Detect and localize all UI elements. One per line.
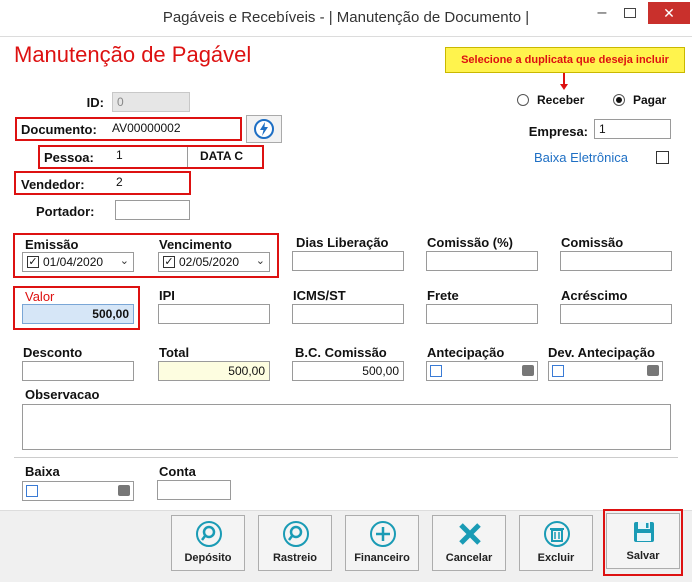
vencimento-datepicker[interactable]: ✓ 02/05/2020 ⌄ xyxy=(158,252,270,272)
frete-label: Frete xyxy=(427,288,459,303)
documento-field[interactable]: AV00000002 xyxy=(112,121,181,135)
chevron-down-icon[interactable]: ⌄ xyxy=(256,254,265,267)
magnifier-icon xyxy=(196,521,222,547)
documento-lookup-button[interactable] xyxy=(246,115,282,143)
baixa-lookup[interactable] xyxy=(22,481,134,501)
comissao-field[interactable] xyxy=(560,251,672,271)
conta-label: Conta xyxy=(159,464,196,479)
id-field: 0 xyxy=(112,92,190,112)
cancelar-button[interactable]: Cancelar xyxy=(432,515,506,571)
pagar-label: Pagar xyxy=(633,93,667,107)
comissao-pct-field[interactable] xyxy=(426,251,538,271)
conta-field[interactable] xyxy=(157,480,231,500)
excluir-label: Excluir xyxy=(537,552,575,564)
pagar-radio[interactable] xyxy=(613,94,625,106)
portador-field[interactable] xyxy=(115,200,190,220)
x-cross-icon xyxy=(459,523,481,545)
receber-radio[interactable] xyxy=(517,94,529,106)
pessoa-label: Pessoa: xyxy=(44,150,94,165)
empresa-field[interactable]: 1 xyxy=(594,119,671,139)
baixa-eletronica-label: Baixa Eletrônica xyxy=(534,150,628,165)
dev-antecipacao-label: Dev. Antecipação xyxy=(548,345,655,360)
vendedor-field[interactable]: 2 xyxy=(112,174,188,194)
financeiro-button[interactable]: Financeiro xyxy=(345,515,419,571)
antecipacao-label: Antecipação xyxy=(427,345,505,360)
empresa-label: Empresa: xyxy=(528,124,588,139)
acrescimo-field[interactable] xyxy=(560,304,672,324)
frete-field[interactable] xyxy=(426,304,538,324)
ipi-label: IPI xyxy=(159,288,175,303)
salvar-button[interactable]: Salvar xyxy=(606,513,680,569)
total-field: 500,00 xyxy=(158,361,270,381)
magnifier-icon xyxy=(283,521,309,547)
emissao-checkbox[interactable]: ✓ xyxy=(27,256,39,268)
valor-field[interactable]: 500,00 xyxy=(22,304,134,324)
rastreio-label: Rastreio xyxy=(272,552,318,564)
trash-icon xyxy=(544,521,570,547)
observacao-textarea[interactable] xyxy=(22,404,671,450)
lightning-icon xyxy=(254,119,274,139)
antecipacao-lookup[interactable] xyxy=(426,361,538,381)
excluir-button[interactable]: Excluir xyxy=(519,515,593,571)
emissao-value: 01/04/2020 xyxy=(43,255,104,269)
plus-circle-icon xyxy=(370,521,396,547)
window-titlebar: Pagáveis e Recebíveis - | Manutenção de … xyxy=(0,0,692,37)
vencimento-checkbox[interactable]: ✓ xyxy=(163,256,175,268)
icms-st-label: ICMS/ST xyxy=(293,288,346,303)
vencimento-value: 02/05/2020 xyxy=(179,255,240,269)
arrow-down-icon xyxy=(560,73,568,90)
documento-label: Documento: xyxy=(21,122,97,137)
acrescimo-label: Acréscimo xyxy=(561,288,628,303)
cancelar-label: Cancelar xyxy=(445,552,493,564)
dias-liberacao-label: Dias Liberação xyxy=(296,235,389,250)
dias-liberacao-field[interactable] xyxy=(292,251,404,271)
baixa-label: Baixa xyxy=(25,464,60,479)
comissao-pct-label: Comissão (%) xyxy=(427,235,513,250)
financeiro-label: Financeiro xyxy=(354,552,410,564)
ipi-field[interactable] xyxy=(158,304,270,324)
page-title: Manutenção de Pagável xyxy=(14,42,252,67)
close-icon[interactable]: ✕ xyxy=(648,2,690,24)
id-label: ID: xyxy=(86,95,104,110)
emissao-datepicker[interactable]: ✓ 01/04/2020 ⌄ xyxy=(22,252,134,272)
dev-antecipacao-lookup[interactable] xyxy=(548,361,663,381)
maximize-icon[interactable] xyxy=(618,4,642,24)
lookup-button-icon[interactable] xyxy=(647,365,659,376)
window-title: Pagáveis e Recebíveis - | Manutenção de … xyxy=(162,9,530,26)
deposito-label: Depósito xyxy=(184,552,232,564)
comissao-label: Comissão xyxy=(561,235,624,250)
pessoa-name-field: DATA C xyxy=(200,149,244,163)
lookup-button-icon[interactable] xyxy=(522,365,534,376)
deposito-button[interactable]: Depósito xyxy=(171,515,245,571)
total-label: Total xyxy=(159,345,190,360)
minimize-icon[interactable]: – xyxy=(590,4,614,24)
valor-label: Valor xyxy=(25,289,55,304)
vendedor-label: Vendedor: xyxy=(21,177,85,192)
tooltip-hint: Selecione a duplicata que deseja incluir xyxy=(445,47,685,73)
vencimento-label: Vencimento xyxy=(159,237,232,252)
bc-comissao-field[interactable]: 500,00 xyxy=(292,361,404,381)
icms-st-field[interactable] xyxy=(292,304,404,324)
observacao-label: Observacao xyxy=(25,387,100,402)
lookup-button-icon[interactable] xyxy=(118,485,130,496)
rastreio-button[interactable]: Rastreio xyxy=(258,515,332,571)
emissao-label: Emissão xyxy=(25,237,79,252)
bc-comissao-label: B.C. Comissão xyxy=(295,345,387,360)
receber-label: Receber xyxy=(537,93,585,107)
desconto-label: Desconto xyxy=(23,345,83,360)
chevron-down-icon[interactable]: ⌄ xyxy=(120,254,129,267)
desconto-field[interactable] xyxy=(22,361,134,381)
salvar-label: Salvar xyxy=(626,550,660,562)
divider xyxy=(14,457,678,458)
portador-label: Portador: xyxy=(36,204,95,219)
floppy-disk-icon xyxy=(634,522,654,542)
pessoa-code-field[interactable]: 1 xyxy=(112,147,188,167)
baixa-eletronica-checkbox[interactable] xyxy=(656,151,669,164)
